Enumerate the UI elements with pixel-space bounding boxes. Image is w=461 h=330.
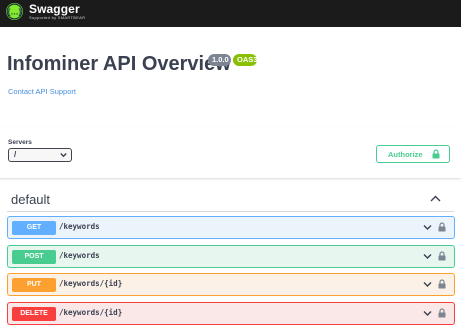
chevron-down-icon (60, 153, 67, 158)
svg-text:{…}: {…} (7, 7, 21, 16)
method-badge: GET (12, 221, 56, 235)
method-badge: POST (12, 250, 56, 264)
operation-path: /keywords/{id} (59, 308, 123, 317)
operation-put-keywords-id[interactable]: PUT /keywords/{id} (7, 273, 455, 296)
contact-link[interactable]: Contact API Support (8, 87, 76, 96)
topbar: {…} Swagger Supported by SMARTBEAR (0, 0, 461, 27)
lock-icon[interactable] (438, 279, 446, 289)
authorize-button[interactable]: Authorize (376, 145, 450, 163)
chevron-down-icon[interactable] (423, 224, 432, 231)
operation-delete-keywords-id[interactable]: DELETE /keywords/{id} (7, 302, 455, 325)
lock-icon[interactable] (438, 251, 446, 261)
servers-label: Servers (8, 139, 32, 146)
authorize-label: Authorize (388, 150, 423, 159)
lock-icon[interactable] (438, 308, 446, 318)
page-title: Infominer API Overview (7, 53, 231, 75)
method-badge: DELETE (12, 307, 56, 321)
operation-path: /keywords/{id} (59, 279, 123, 288)
operation-path: /keywords (59, 251, 100, 260)
lock-icon (432, 149, 440, 159)
tag-default-title[interactable]: default (11, 192, 50, 207)
chevron-up-icon[interactable] (430, 195, 441, 202)
oas-badge: OAS3 (233, 54, 257, 66)
swagger-logo[interactable]: {…} Swagger Supported by SMARTBEAR (6, 3, 85, 20)
logo-title: Swagger (29, 2, 80, 16)
swagger-logo-icon: {…} (6, 3, 23, 20)
operation-post-keywords[interactable]: POST /keywords (7, 245, 455, 268)
servers-select[interactable]: / (8, 148, 72, 162)
method-badge: PUT (12, 278, 56, 292)
version-badge: 1.0.0 (208, 54, 231, 66)
chevron-down-icon[interactable] (423, 253, 432, 260)
operation-get-keywords[interactable]: GET /keywords (7, 216, 455, 239)
logo-subtitle: Supported by SMARTBEAR (29, 15, 86, 20)
tag-divider (7, 211, 454, 212)
chevron-down-icon[interactable] (423, 281, 432, 288)
chevron-down-icon[interactable] (423, 310, 432, 317)
lock-icon[interactable] (438, 222, 446, 232)
servers-selected-value: / (14, 150, 17, 159)
operation-path: /keywords (59, 222, 100, 231)
